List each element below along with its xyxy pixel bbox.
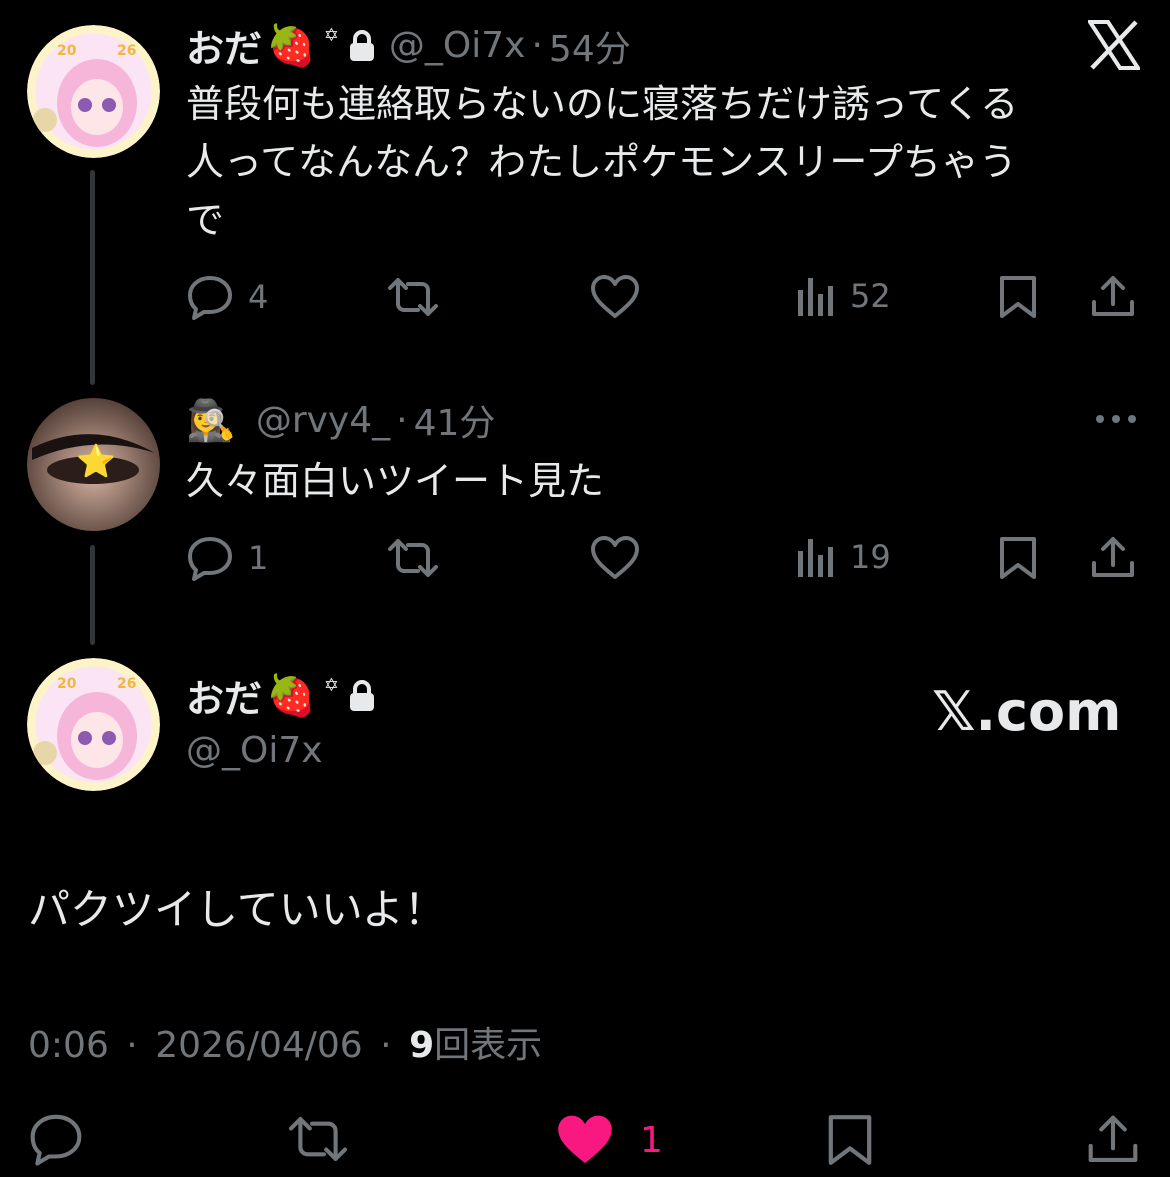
tweet-text-line: 人ってなんなん？わたしポケモンスリープちゃう [186,140,1018,184]
view-count: 52 [850,277,891,315]
svg-text:26: 26 [117,43,136,59]
badge-icon: ✡ [323,25,339,46]
share-icon [1088,1115,1138,1163]
views-icon [798,539,833,577]
lock-icon [347,29,377,63]
svg-text:26: 26 [117,676,136,692]
retweet-button[interactable] [386,535,440,581]
display-name[interactable]: おだ [186,18,262,73]
reply-icon [188,276,232,320]
reply-button[interactable]: 4 [186,274,268,320]
views-button[interactable]: 52 [796,274,891,318]
avatar[interactable]: 20 26 [27,25,160,158]
tweet-header: おだ 🍓 ✡ @_Oi7x · 54分 [186,18,631,73]
view-count: 9 [409,1025,435,1066]
thread-connector [90,545,95,645]
bookmark-icon [1000,537,1036,579]
main-tweet-text: パクツイしていいよ！ [28,885,446,934]
tweet-text: 久々面白いツイート見た [186,459,605,503]
tweet-text-line: 普段何も連絡取らないのに寝落ちだけ誘ってくる [186,82,1019,126]
thread-connector [90,170,95,385]
handle[interactable]: @_Oi7x [389,25,526,66]
share-button[interactable] [1090,274,1136,320]
handle[interactable]: @rvy4_ [256,400,390,441]
views-icon [798,278,833,316]
retweet-button[interactable] [386,274,440,320]
svg-text:20: 20 [57,43,77,59]
timestamp[interactable]: 41分 [414,394,496,446]
reply-count: 4 [248,278,269,316]
timestamp[interactable]: 54分 [549,20,631,72]
tweet-text-line: で [186,198,225,242]
like-button[interactable]: 1 [554,1112,663,1168]
avatar[interactable]: 20 26 [27,658,160,791]
strawberry-emoji: 🍓 [266,673,316,719]
bookmark-icon [828,1115,872,1165]
strawberry-emoji: 🍓 [266,23,316,69]
bookmark-button[interactable] [998,535,1038,581]
separator: · [380,1025,392,1066]
tweet-time[interactable]: 0:06 [28,1025,109,1066]
bookmark-button[interactable] [826,1112,874,1168]
heart-icon [591,275,639,318]
share-icon [1092,276,1134,316]
handle[interactable]: @_Oi7x [186,730,323,771]
x-logo-icon [1086,20,1142,74]
badge-icon: ✡ [323,675,339,696]
retweet-button[interactable] [286,1112,350,1166]
retweet-icon [388,539,438,577]
reply-button[interactable]: 1 [186,535,268,581]
heart-icon [591,536,639,579]
separator: · [531,25,543,66]
display-name[interactable]: おだ [186,668,262,723]
detective-emoji: 🕵️‍♀️ [186,397,236,444]
view-count: 19 [850,538,891,576]
reply-count: 1 [248,539,269,577]
retweet-icon [288,1116,348,1162]
share-button[interactable] [1090,535,1136,581]
share-button[interactable] [1086,1112,1140,1168]
heart-filled-icon [558,1115,612,1164]
views-label: 回表示 [434,1025,543,1066]
svg-text:20: 20 [57,676,77,692]
share-icon [1092,537,1134,577]
like-button[interactable] [590,274,640,320]
retweet-icon [388,278,438,316]
tweet-meta: 0:06 · 2026/04/06 · 9回表示 [28,1016,542,1068]
star-emoji: ⭐ [76,442,116,480]
like-count: 1 [640,1119,663,1161]
separator: · [396,399,408,441]
bookmark-button[interactable] [998,274,1038,320]
reply-button[interactable] [28,1112,84,1166]
reply-icon [188,537,232,581]
tweet-header: 🕵️‍♀️ @rvy4_ · 41分 [186,394,495,446]
lock-icon [347,679,377,713]
separator: · [126,1025,138,1066]
tweet-text: 普段何も連絡取らないのに寝落ちだけ誘ってくる 人ってなんなん？わたしポケモンスリ… [186,75,1146,249]
tweet-date[interactable]: 2026/04/06 [155,1025,363,1066]
views-button[interactable]: 19 [796,535,891,579]
tweet-header: おだ 🍓 ✡ [186,668,377,723]
reply-icon [30,1114,82,1166]
like-button[interactable] [590,535,640,581]
x-com-watermark: 𝕏.com [932,680,1122,743]
more-options-icon[interactable] [1094,410,1138,429]
avatar[interactable]: ⭐ [27,398,160,531]
bookmark-icon [1000,276,1036,318]
